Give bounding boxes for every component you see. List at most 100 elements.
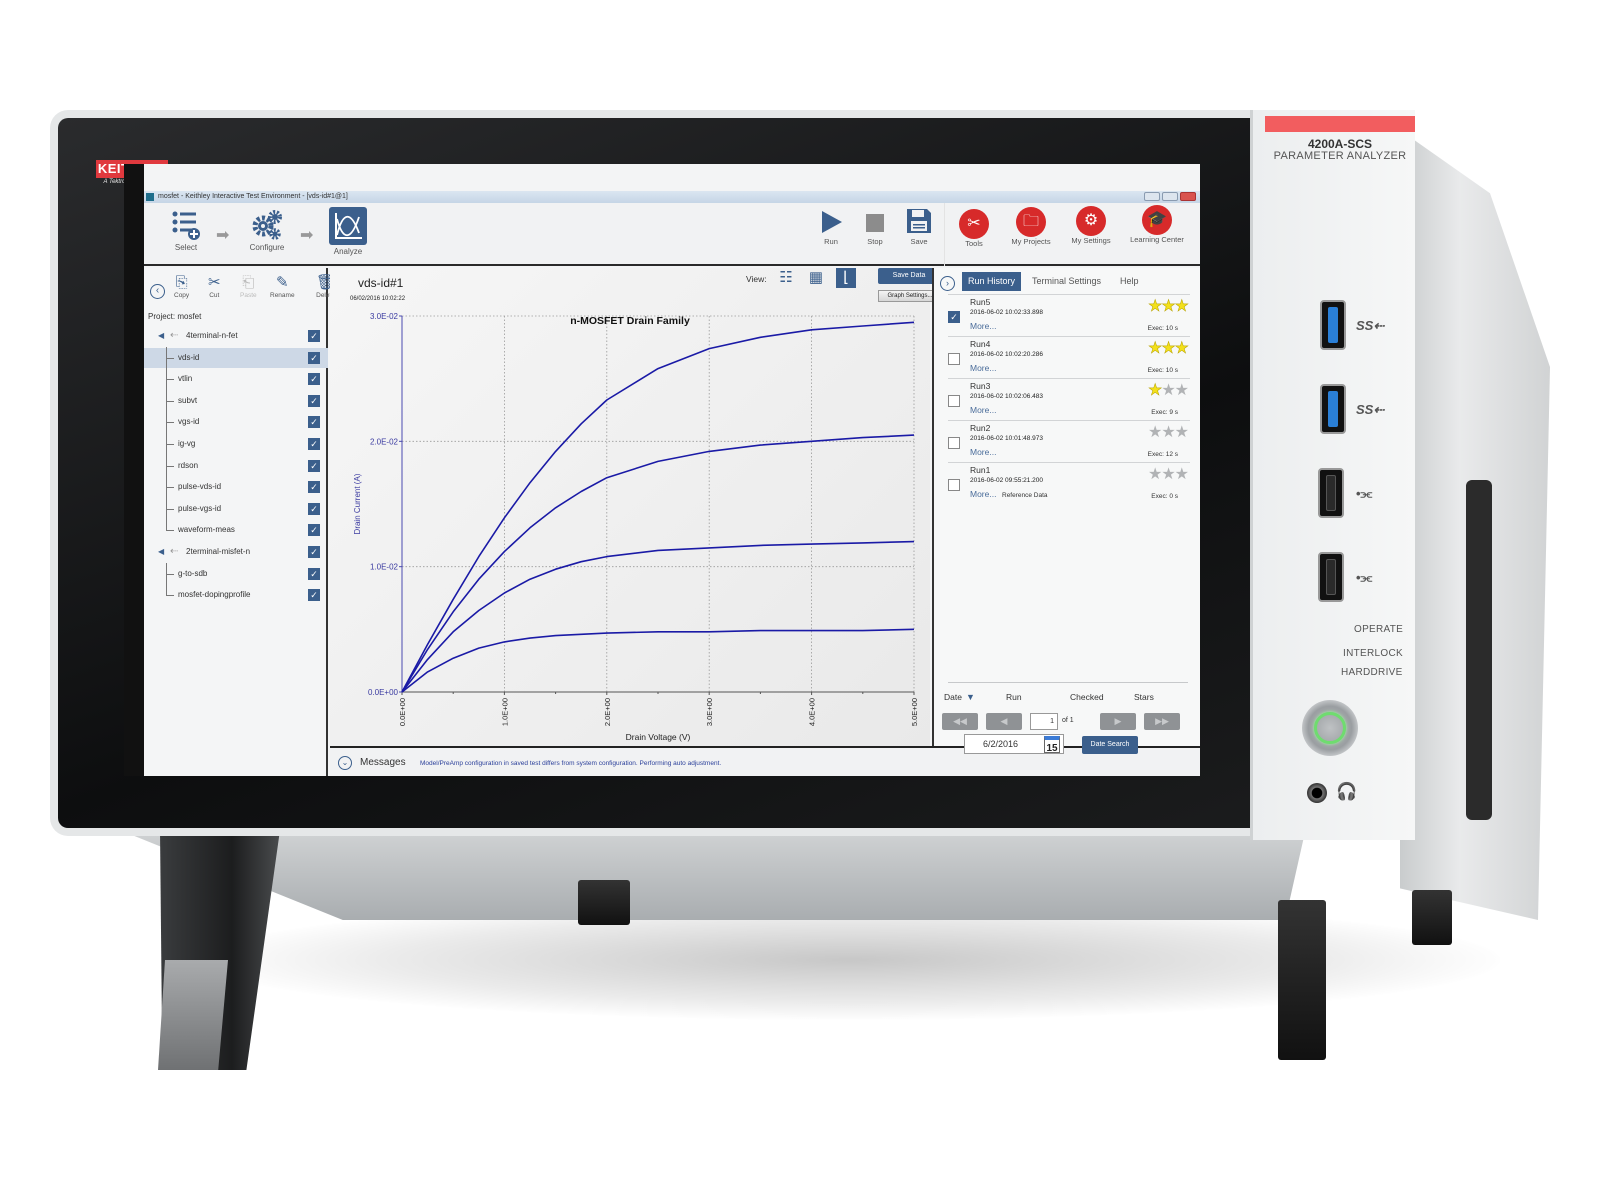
tree-item[interactable]: vds-id ✓	[144, 347, 328, 368]
tree-item-checkbox[interactable]: ✓	[308, 459, 320, 472]
page-number-input[interactable]: 1	[1030, 713, 1058, 730]
save-button[interactable]: Save	[904, 207, 934, 246]
run-more-link[interactable]: More...	[970, 405, 996, 415]
headphone-jack[interactable]	[1307, 783, 1327, 803]
workflow-analyze-button[interactable]: Analyze	[326, 207, 370, 256]
usb3-port-1[interactable]	[1320, 300, 1346, 350]
star-icon[interactable]: ★	[1175, 466, 1189, 483]
run-checkbox[interactable]	[948, 353, 960, 365]
tree-item-checkbox[interactable]: ✓	[308, 524, 320, 537]
tree-item[interactable]: pulse-vds-id ✓	[144, 477, 328, 497]
expand-collapse-icon[interactable]: ◀	[158, 326, 164, 346]
star-rating[interactable]: ★★★	[1148, 380, 1189, 400]
tree-item[interactable]: rdson ✓	[144, 456, 328, 476]
run-more-link[interactable]: More...	[970, 363, 996, 373]
sort-checked[interactable]: Checked	[1070, 692, 1104, 702]
tree-item-checkbox[interactable]: ✓	[308, 481, 320, 494]
run-more-link[interactable]: More...	[970, 447, 996, 457]
run-checkbox[interactable]	[948, 395, 960, 407]
sort-stars[interactable]: Stars	[1134, 692, 1154, 702]
tree-item-checkbox[interactable]: ✓	[308, 438, 320, 450]
save-data-button[interactable]: Save Data	[878, 268, 940, 284]
run-history-item[interactable]: Run2 2016-06-02 10:01:48.973 More... Exec: …	[948, 420, 1190, 462]
restore-button[interactable]	[1162, 192, 1178, 201]
star-rating[interactable]: ★★★	[1148, 296, 1190, 316]
workflow-select-button[interactable]: Select	[166, 209, 206, 252]
tree-item-checkbox[interactable]: ✓	[308, 330, 320, 342]
tab-terminal-settings[interactable]: Terminal Settings	[1026, 272, 1107, 291]
tree-item-checkbox[interactable]: ✓	[308, 416, 320, 429]
star-icon[interactable]: ★	[1161, 382, 1175, 399]
date-search-button[interactable]: Date Search	[1082, 736, 1138, 754]
usb2-port-2[interactable]	[1318, 552, 1344, 602]
rename-button[interactable]: ✎ Rename	[270, 274, 295, 299]
tab-help[interactable]: Help	[1114, 272, 1145, 291]
last-page-button[interactable]: ▶▶	[1144, 713, 1180, 730]
run-history-item[interactable]: Run4 2016-06-02 10:02:20.286 More... Exec: …	[948, 336, 1190, 378]
star-icon[interactable]: ★	[1148, 466, 1162, 483]
tree-item[interactable]: waveform-meas ✓	[144, 520, 328, 540]
run-more-link[interactable]: More...	[970, 489, 996, 499]
tree-item[interactable]: pulse-vgs-id ✓	[144, 499, 328, 519]
run-button[interactable]: Run	[816, 209, 846, 246]
paste-button[interactable]: ⎗ Paste	[240, 274, 257, 299]
tree-item-checkbox[interactable]: ✓	[308, 589, 320, 602]
expand-collapse-icon[interactable]: ◀	[158, 542, 164, 562]
tree-item-checkbox[interactable]: ✓	[308, 502, 320, 515]
my-projects-button[interactable]: 🗀 My Projects	[1006, 207, 1056, 246]
tools-button[interactable]: ✂ Tools	[954, 209, 994, 248]
split-view-button[interactable]: ☷	[776, 268, 796, 288]
run-checkbox[interactable]	[948, 479, 960, 491]
learning-center-button[interactable]: 🎓 Learning Center	[1126, 205, 1188, 244]
usb3-port-2[interactable]	[1320, 384, 1346, 434]
calendar-icon[interactable]: 15	[1044, 736, 1060, 754]
star-icon[interactable]: ★	[1175, 424, 1189, 441]
tree-item-checkbox[interactable]: ✓	[308, 373, 320, 386]
run-history-item[interactable]: ✓ Run5 2016-06-02 10:02:33.898 More... Exec:…	[948, 294, 1190, 336]
tree-item[interactable]: mosfet-dopingprofile ✓	[144, 585, 328, 605]
star-icon[interactable]: ★	[1175, 382, 1189, 399]
star-icon[interactable]: ★	[1161, 298, 1176, 316]
run-history-item[interactable]: Run3 2016-06-02 10:02:06.483 More... Exec: …	[948, 378, 1190, 420]
sort-date[interactable]: Date ▼	[944, 692, 975, 702]
copy-button[interactable]: ⎘ Copy	[174, 274, 189, 299]
next-page-button[interactable]: ▶	[1100, 713, 1136, 730]
tree-item[interactable]: ig-vg ✓	[144, 434, 328, 454]
run-checkbox[interactable]	[948, 437, 960, 449]
star-icon[interactable]: ★	[1161, 424, 1175, 441]
star-icon[interactable]: ★	[1148, 298, 1163, 316]
tree-item-checkbox[interactable]: ✓	[308, 546, 320, 558]
tree-item-checkbox[interactable]: ✓	[308, 567, 320, 580]
stop-button[interactable]: Stop	[860, 211, 890, 246]
cut-button[interactable]: ✂ Cut	[208, 274, 221, 299]
tree-item[interactable]: subvt ✓	[144, 391, 328, 411]
power-button[interactable]	[1302, 700, 1358, 756]
tree-item[interactable]: vtlin ✓	[144, 369, 328, 389]
star-rating[interactable]: ★★★	[1148, 464, 1189, 484]
star-icon[interactable]: ★	[1148, 340, 1163, 358]
tree-item[interactable]: vgs-id ✓	[144, 412, 328, 432]
star-icon[interactable]: ★	[1148, 382, 1163, 400]
expand-pane-button[interactable]: ›	[940, 276, 955, 291]
star-icon[interactable]: ★	[1174, 340, 1189, 358]
close-button[interactable]	[1180, 192, 1196, 201]
star-icon[interactable]: ★	[1174, 298, 1189, 316]
graph-view-button[interactable]: ⌊	[836, 268, 856, 288]
tree-item-checkbox[interactable]: ✓	[308, 351, 320, 364]
run-more-link[interactable]: More...	[970, 321, 996, 331]
tree-item[interactable]: g-to-sdb ✓	[144, 564, 328, 584]
workflow-configure-button[interactable]: Configure	[242, 209, 292, 252]
star-icon[interactable]: ★	[1161, 466, 1175, 483]
previous-page-button[interactable]: ◀	[986, 713, 1022, 730]
expand-messages-button[interactable]: ⌄	[338, 756, 352, 770]
tree-item[interactable]: ◀ ⇠ 2terminal-misfet-n ✓	[144, 542, 328, 562]
star-icon[interactable]: ★	[1161, 340, 1176, 358]
tree-item[interactable]: ◀ ⇠ 4terminal-n-fet ✓	[144, 326, 328, 346]
minimize-button[interactable]	[1144, 192, 1160, 201]
first-page-button[interactable]: ◀◀	[942, 713, 978, 730]
my-settings-button[interactable]: ⚙ My Settings	[1066, 206, 1116, 245]
sort-run[interactable]: Run	[1006, 692, 1022, 702]
star-rating[interactable]: ★★★	[1148, 422, 1189, 442]
tree-item-checkbox[interactable]: ✓	[308, 394, 320, 407]
run-checkbox[interactable]: ✓	[948, 311, 960, 323]
